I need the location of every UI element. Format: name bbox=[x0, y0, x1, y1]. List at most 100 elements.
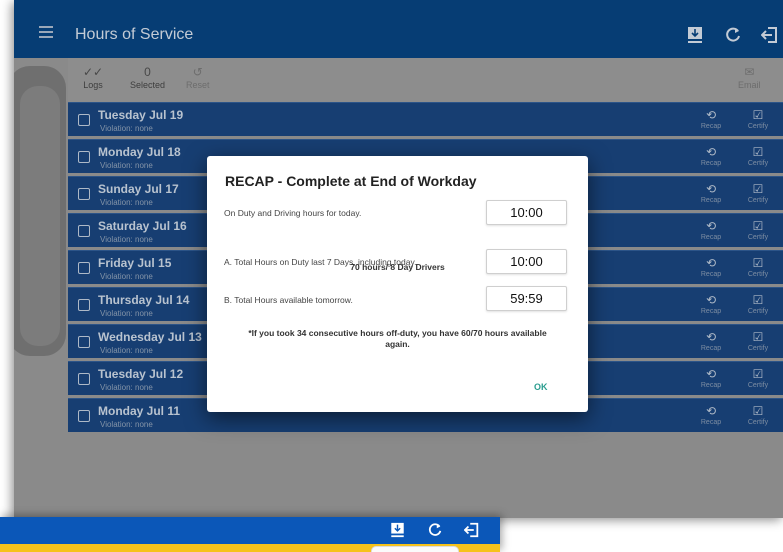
reset-label: Reset bbox=[186, 80, 210, 90]
certify-label: Certify bbox=[747, 271, 769, 278]
ok-button[interactable]: OK bbox=[534, 382, 548, 392]
recap-button[interactable]: ⟲ Recap bbox=[696, 255, 726, 278]
email-label: Email bbox=[738, 80, 761, 90]
total-hours-value: 10:00 bbox=[486, 249, 567, 274]
history-icon: ⟲ bbox=[705, 182, 717, 196]
recap-label: Recap bbox=[700, 271, 722, 278]
certify-button[interactable]: ☑ Certify bbox=[743, 403, 773, 426]
status-pill bbox=[371, 546, 459, 552]
recap-label: Recap bbox=[700, 197, 722, 204]
logout-icon[interactable] bbox=[760, 26, 779, 49]
recap-label: Recap bbox=[700, 160, 722, 167]
certify-button[interactable]: ☑ Certify bbox=[743, 255, 773, 278]
log-checkbox[interactable] bbox=[78, 114, 90, 126]
certify-icon: ☑ bbox=[752, 404, 764, 418]
email-icon: ✉ bbox=[744, 65, 755, 79]
log-day: Wednesday Jul 13 bbox=[98, 330, 202, 344]
log-row[interactable]: Tuesday Jul 19 Violation: none ⟲ Recap ☑ Cert… bbox=[68, 102, 783, 136]
history-icon: ⟲ bbox=[705, 108, 717, 122]
recap-button[interactable]: ⟲ Recap bbox=[696, 329, 726, 352]
certify-button[interactable]: ☑ Certify bbox=[743, 329, 773, 352]
upload-icon[interactable] bbox=[390, 522, 405, 543]
certify-label: Certify bbox=[747, 345, 769, 352]
certify-label: Certify bbox=[747, 382, 769, 389]
log-checkbox[interactable] bbox=[78, 373, 90, 385]
certify-label: Certify bbox=[747, 419, 769, 426]
refresh-icon[interactable] bbox=[427, 522, 443, 543]
history-icon: ⟲ bbox=[705, 367, 717, 381]
dialog-title: RECAP - Complete at End of Workday bbox=[225, 173, 477, 189]
certify-button[interactable]: ☑ Certify bbox=[743, 107, 773, 130]
menu-icon[interactable] bbox=[39, 26, 53, 41]
recap-label: Recap bbox=[700, 345, 722, 352]
log-violation: Violation: none bbox=[100, 309, 153, 318]
inset-screenshot bbox=[0, 517, 500, 552]
recap-button[interactable]: ⟲ Recap bbox=[696, 107, 726, 130]
total-hours-label: A. Total Hours on Duty last 7 Days, incl… bbox=[224, 257, 417, 267]
on-duty-value: 10:00 bbox=[486, 200, 567, 225]
certify-button[interactable]: ☑ Certify bbox=[743, 218, 773, 241]
certify-icon: ☑ bbox=[752, 219, 764, 233]
log-day: Friday Jul 15 bbox=[98, 256, 172, 270]
selected-tool: 0 Selected bbox=[130, 64, 165, 90]
logs-tool[interactable]: ✓✓ Logs bbox=[83, 64, 103, 90]
checkmarks-icon: ✓✓ bbox=[83, 65, 104, 79]
recap-button[interactable]: ⟲ Recap bbox=[696, 181, 726, 204]
recap-button[interactable]: ⟲ Recap bbox=[696, 292, 726, 315]
log-checkbox[interactable] bbox=[78, 225, 90, 237]
history-icon: ⟲ bbox=[705, 256, 717, 270]
certify-label: Certify bbox=[747, 160, 769, 167]
log-checkbox[interactable] bbox=[78, 151, 90, 163]
certify-label: Certify bbox=[747, 234, 769, 241]
certify-button[interactable]: ☑ Certify bbox=[743, 366, 773, 389]
recap-label: Recap bbox=[700, 419, 722, 426]
reset-icon: ↺ bbox=[192, 65, 203, 79]
log-day: Saturday Jul 16 bbox=[98, 219, 187, 233]
certify-button[interactable]: ☑ Certify bbox=[743, 144, 773, 167]
history-icon: ⟲ bbox=[705, 404, 717, 418]
log-violation: Violation: none bbox=[100, 235, 153, 244]
available-hours-value: 59:59 bbox=[486, 286, 567, 311]
log-checkbox[interactable] bbox=[78, 188, 90, 200]
log-violation: Violation: none bbox=[100, 198, 153, 207]
log-checkbox[interactable] bbox=[78, 336, 90, 348]
certify-label: Certify bbox=[747, 197, 769, 204]
certify-icon: ☑ bbox=[752, 293, 764, 307]
certify-icon: ☑ bbox=[752, 256, 764, 270]
history-icon: ⟲ bbox=[705, 145, 717, 159]
history-icon: ⟲ bbox=[705, 293, 717, 307]
app-title: Hours of Service bbox=[75, 26, 194, 43]
selected-label: Selected bbox=[130, 80, 166, 90]
inset-app-bar bbox=[0, 517, 500, 544]
selected-count: 0 bbox=[144, 65, 151, 79]
certify-button[interactable]: ☑ Certify bbox=[743, 292, 773, 315]
recap-label: Recap bbox=[700, 308, 722, 315]
reset-tool[interactable]: ↺ Reset bbox=[186, 64, 210, 90]
refresh-icon[interactable] bbox=[724, 26, 742, 49]
recap-dialog: RECAP - Complete at End of Workday On Du… bbox=[207, 156, 588, 412]
recap-button[interactable]: ⟲ Recap bbox=[696, 403, 726, 426]
certify-icon: ☑ bbox=[752, 108, 764, 122]
log-day: Tuesday Jul 12 bbox=[98, 367, 184, 381]
logout-icon[interactable] bbox=[463, 522, 480, 543]
log-checkbox[interactable] bbox=[78, 410, 90, 422]
recap-button[interactable]: ⟲ Recap bbox=[696, 218, 726, 241]
certify-label: Certify bbox=[747, 308, 769, 315]
recap-label: Recap bbox=[700, 234, 722, 241]
recap-button[interactable]: ⟲ Recap bbox=[696, 144, 726, 167]
log-violation: Violation: none bbox=[100, 420, 153, 429]
email-tool[interactable]: ✉ Email bbox=[738, 64, 761, 90]
certify-button[interactable]: ☑ Certify bbox=[743, 181, 773, 204]
certify-icon: ☑ bbox=[752, 367, 764, 381]
log-checkbox[interactable] bbox=[78, 299, 90, 311]
log-day: Sunday Jul 17 bbox=[98, 182, 179, 196]
log-day: Monday Jul 11 bbox=[98, 404, 181, 418]
logs-label: Logs bbox=[83, 80, 103, 90]
recap-button[interactable]: ⟲ Recap bbox=[696, 366, 726, 389]
certify-icon: ☑ bbox=[752, 182, 764, 196]
log-violation: Violation: none bbox=[100, 383, 153, 392]
recap-label: Recap bbox=[700, 382, 722, 389]
log-violation: Violation: none bbox=[100, 161, 153, 170]
upload-icon[interactable] bbox=[687, 26, 703, 49]
log-checkbox[interactable] bbox=[78, 262, 90, 274]
